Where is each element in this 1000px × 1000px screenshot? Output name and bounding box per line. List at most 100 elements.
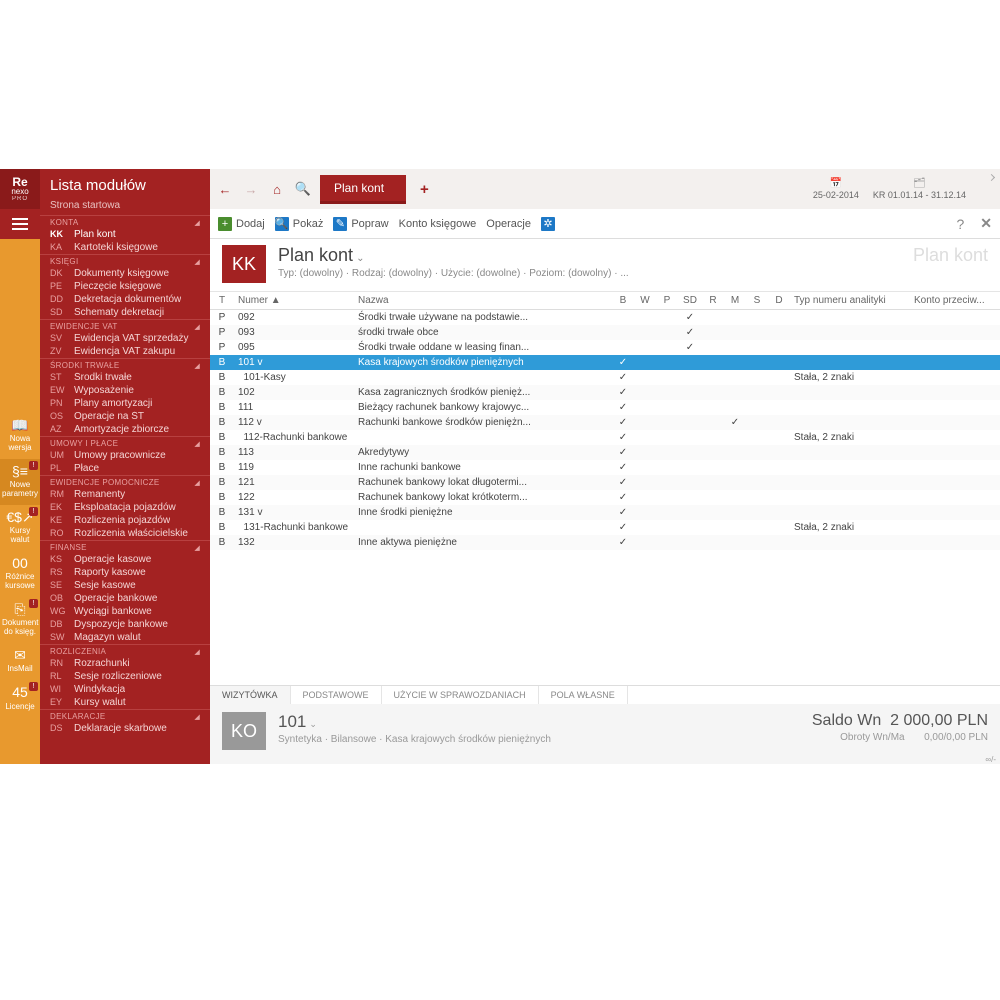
rail-item-1[interactable]: §≡Nowe parametry! <box>0 459 40 505</box>
detail-title[interactable]: 101⌄ <box>278 712 551 732</box>
menu-toggle-icon[interactable] <box>0 209 40 239</box>
nav-home-icon[interactable]: ⌂ <box>268 182 286 197</box>
sidebar-item-sw[interactable]: SWMagazyn walut <box>40 631 210 644</box>
group-header[interactable]: UMOWY I PŁACE◢ <box>40 437 210 449</box>
table-row[interactable]: B101 vKasa krajowych środków pieniężnych… <box>210 355 1000 370</box>
table-row[interactable]: B111Bieżący rachunek bankowy krajowyc...… <box>210 400 1000 415</box>
table-row[interactable]: B102Kasa zagranicznych środków pienięż..… <box>210 385 1000 400</box>
table-row[interactable]: B113Akredytywy✓ <box>210 445 1000 460</box>
topbar-date[interactable]: 📅25-02-2014 <box>813 178 859 200</box>
sidebar-item-ew[interactable]: EWWyposażenie <box>40 384 210 397</box>
sidebar-item-dk[interactable]: DKDokumenty księgowe <box>40 267 210 280</box>
group-header[interactable]: ŚRODKI TRWAŁE◢ <box>40 359 210 371</box>
rail-item-4[interactable]: ⎘Dokument do księg.! <box>0 597 40 643</box>
nav-forward-icon[interactable]: → <box>242 182 260 197</box>
detail-tab[interactable]: PODSTAWOWE <box>291 686 382 704</box>
column-header[interactable]: Konto przeciw... <box>910 292 1000 310</box>
sidebar-item-pn[interactable]: PNPlany amortyzacji <box>40 397 210 410</box>
group-header[interactable]: DEKLARACJE◢ <box>40 710 210 722</box>
sidebar-item-rn[interactable]: RNRozrachunki <box>40 657 210 670</box>
sidebar-item-os[interactable]: OSOperacje na ŚT <box>40 410 210 423</box>
detail-toggle-icon[interactable]: ∞/- <box>985 755 996 764</box>
sidebar-item-rm[interactable]: RMRemanenty <box>40 488 210 501</box>
table-row[interactable]: P095Środki trwałe oddane w leasing finan… <box>210 340 1000 355</box>
sidebar-item-kk[interactable]: KKPlan kont <box>40 228 210 241</box>
sidebar-item-sd[interactable]: SDSchematy dekretacji <box>40 306 210 319</box>
sidebar-item-pe[interactable]: PEPieczęcie księgowe <box>40 280 210 293</box>
column-header[interactable]: Nazwa <box>354 292 612 310</box>
sidebar-item-ob[interactable]: OBOperacje bankowe <box>40 592 210 605</box>
sidebar-item-zv[interactable]: ZVEwidencja VAT zakupu <box>40 345 210 358</box>
add-button[interactable]: +Dodaj <box>218 217 265 231</box>
sidebar-item-ek[interactable]: EKEksploatacja pojazdów <box>40 501 210 514</box>
column-header[interactable]: P <box>656 292 678 310</box>
sidebar-item-rs[interactable]: RSRaporty kasowe <box>40 566 210 579</box>
table-row[interactable]: P093środki trwałe obce✓ <box>210 325 1000 340</box>
group-header[interactable]: ROZLICZENIA◢ <box>40 645 210 657</box>
show-button[interactable]: 🔍Pokaż <box>275 217 324 231</box>
table-row[interactable]: B132Inne aktywa pieniężne✓ <box>210 535 1000 550</box>
help-icon[interactable]: ? <box>956 216 964 232</box>
sidebar-item-ke[interactable]: KERozliczenia pojazdów <box>40 514 210 527</box>
rail-item-3[interactable]: 00Różnice kursowe <box>0 551 40 597</box>
table-row[interactable]: B112 vRachunki bankowe środków pieniężn.… <box>210 415 1000 430</box>
sidebar-item-wg[interactable]: WGWyciągi bankowe <box>40 605 210 618</box>
sidebar-item-wi[interactable]: WIWindykacja <box>40 683 210 696</box>
sidebar-start-page[interactable]: Strona startowa <box>40 198 210 215</box>
module-filter-summary[interactable]: Typ: (dowolny) · Rodzaj: (dowolny) · Uży… <box>278 268 629 279</box>
close-icon[interactable]: ✕ <box>980 215 992 232</box>
nav-search-icon[interactable]: 🔍 <box>294 181 312 197</box>
group-header[interactable]: FINANSE◢ <box>40 541 210 553</box>
sidebar-item-dd[interactable]: DDDekretacja dokumentów <box>40 293 210 306</box>
operations-button[interactable]: Operacje <box>486 218 531 230</box>
rail-item-2[interactable]: €$↗Kursy walut! <box>0 505 40 551</box>
sidebar-item-pl[interactable]: PLPłace <box>40 462 210 475</box>
detail-tab[interactable]: POLA WŁASNE <box>539 686 628 704</box>
column-header[interactable]: R <box>702 292 724 310</box>
rail-item-6[interactable]: 45Licencje! <box>0 680 40 717</box>
group-header[interactable]: KONTA◢ <box>40 216 210 228</box>
column-header[interactable]: S <box>746 292 768 310</box>
tab-plan-kont[interactable]: Plan kont <box>320 175 406 204</box>
settings-button[interactable]: ✲ <box>541 217 555 231</box>
table-row[interactable]: B 131-Rachunki bankowe✓Stała, 2 znaki <box>210 520 1000 535</box>
table-row[interactable]: P092Środki trwałe używane na podstawie..… <box>210 310 1000 326</box>
group-header[interactable]: EWIDENCJE POMOCNICZE◢ <box>40 476 210 488</box>
fix-button[interactable]: ✎Popraw <box>333 217 388 231</box>
sidebar-item-rl[interactable]: RLSesje rozliczeniowe <box>40 670 210 683</box>
sidebar-item-st[interactable]: STŚrodki trwałe <box>40 371 210 384</box>
nav-back-icon[interactable]: ← <box>216 182 234 197</box>
add-tab-icon[interactable]: + <box>414 181 435 198</box>
sidebar-item-ds[interactable]: DSDeklaracje skarbowe <box>40 722 210 735</box>
sidebar-item-ey[interactable]: EYKursy walut <box>40 696 210 709</box>
column-header[interactable]: D <box>768 292 790 310</box>
sidebar-item-um[interactable]: UMUmowy pracownicze <box>40 449 210 462</box>
column-header[interactable]: M <box>724 292 746 310</box>
sidebar-item-ks[interactable]: KSOperacje kasowe <box>40 553 210 566</box>
sidebar-item-se[interactable]: SESesje kasowe <box>40 579 210 592</box>
sidebar-item-sv[interactable]: SVEwidencja VAT sprzedaży <box>40 332 210 345</box>
column-header[interactable]: B <box>612 292 634 310</box>
sidebar-item-ro[interactable]: RORozliczenia właścicielskie <box>40 527 210 540</box>
rail-item-5[interactable]: ✉InsMail <box>0 643 40 680</box>
column-header[interactable]: Numer ▲ <box>234 292 354 310</box>
module-title[interactable]: Plan kont⌄ <box>278 245 629 266</box>
column-header[interactable]: SD <box>678 292 702 310</box>
sidebar-item-db[interactable]: DBDyspozycje bankowe <box>40 618 210 631</box>
detail-tab[interactable]: UŻYCIE W SPRAWOZDANIACH <box>382 686 539 704</box>
group-header[interactable]: EWIDENCJE VAT◢ <box>40 320 210 332</box>
table-row[interactable]: B121Rachunek bankowy lokat długotermi...… <box>210 475 1000 490</box>
topbar-period[interactable]: 🗂KR 01.01.14 - 31.12.14 <box>873 178 966 200</box>
table-row[interactable]: B131 vInne środki pieniężne✓ <box>210 505 1000 520</box>
sidebar-item-ka[interactable]: KAKartoteki księgowe <box>40 241 210 254</box>
rail-item-0[interactable]: 📖Nowa wersja <box>0 413 40 459</box>
column-header[interactable]: Typ numeru analityki <box>790 292 910 310</box>
column-header[interactable]: W <box>634 292 656 310</box>
table-row[interactable]: B 112-Rachunki bankowe✓Stała, 2 znaki <box>210 430 1000 445</box>
table-row[interactable]: B 101-Kasy✓Stała, 2 znaki <box>210 370 1000 385</box>
konto-button[interactable]: Konto księgowe <box>399 218 477 230</box>
table-row[interactable]: B119Inne rachunki bankowe✓ <box>210 460 1000 475</box>
group-header[interactable]: KSIĘGI◢ <box>40 255 210 267</box>
detail-tab[interactable]: WIZYTÓWKA <box>210 686 291 704</box>
table-row[interactable]: B122Rachunek bankowy lokat krótkoterm...… <box>210 490 1000 505</box>
